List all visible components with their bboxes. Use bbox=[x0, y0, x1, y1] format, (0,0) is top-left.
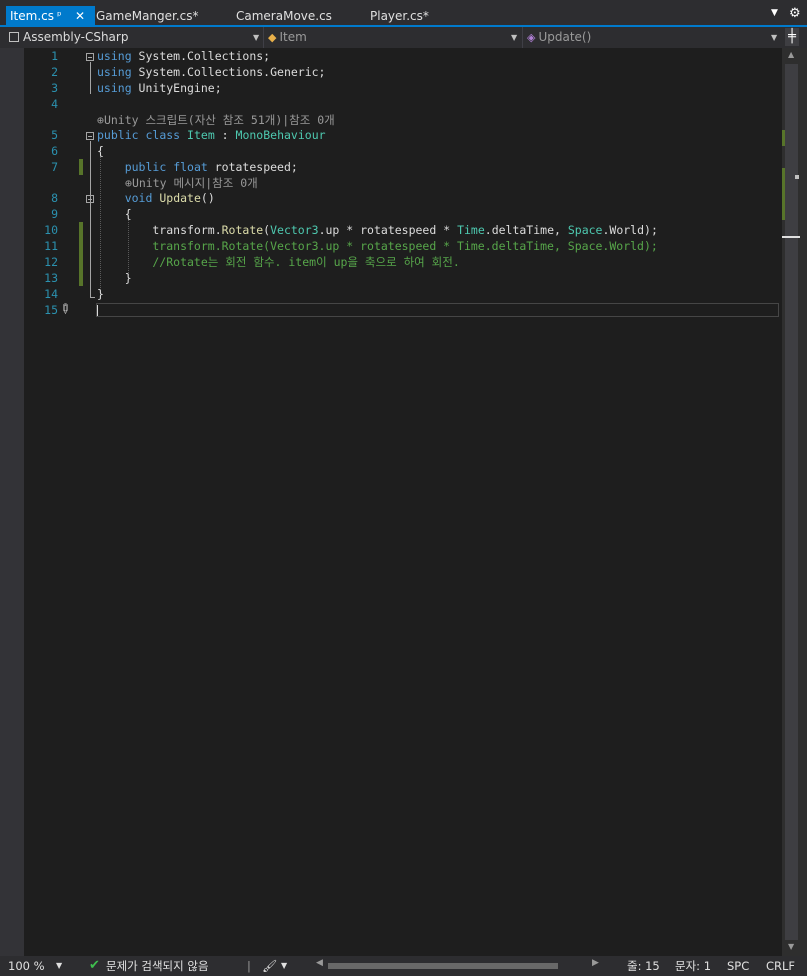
tab-gamemanger-cs[interactable]: GameManger.cs* bbox=[96, 6, 199, 26]
line-number: 5 bbox=[51, 128, 58, 142]
tab-cameramove-cs[interactable]: CameraMove.cs bbox=[236, 6, 332, 26]
scroll-down-icon[interactable]: ▼ bbox=[788, 942, 794, 951]
tab-label: GameManger.cs* bbox=[96, 9, 199, 23]
status-bar: 100 % ▼ ✔ 문제가 검색되지 않음 | 🖌 ▼ ◀ ▶ 줄: 15 문자… bbox=[0, 956, 807, 976]
line-number: 1 bbox=[51, 49, 58, 63]
scroll-overview-dot bbox=[795, 175, 799, 179]
issues-status[interactable]: 문제가 검색되지 않음 bbox=[106, 956, 209, 976]
scroll-right-icon[interactable]: ▶ bbox=[592, 958, 599, 968]
tab-item-cs[interactable]: Item.cs ᵖ ✕ bbox=[6, 6, 95, 26]
codelens-references[interactable]: ⊕Unity 스크립트(자산 참조 51개)|참조 0개 bbox=[97, 113, 335, 128]
code-line: transform.Rotate(Vector3.up * rotatespee… bbox=[97, 223, 658, 237]
line-number: 2 bbox=[51, 65, 58, 79]
gear-icon[interactable]: ⚙ bbox=[789, 6, 801, 21]
tab-label: CameraMove.cs bbox=[236, 9, 332, 23]
member-label: Update() bbox=[538, 30, 592, 44]
line-number: 11 bbox=[44, 239, 58, 253]
scroll-left-icon[interactable]: ◀ bbox=[316, 958, 323, 968]
line-number: 8 bbox=[51, 191, 58, 205]
tab-player-cs[interactable]: Player.cs* bbox=[370, 6, 429, 26]
nav-separator bbox=[522, 27, 523, 48]
horizontal-scrollbar[interactable]: ◀ ▶ bbox=[316, 958, 606, 972]
line-number: 14 bbox=[44, 287, 58, 301]
line-ending[interactable]: CRLF bbox=[766, 956, 795, 976]
line-indicator[interactable]: 줄: 15 bbox=[627, 956, 660, 976]
line-number: 3 bbox=[51, 81, 58, 95]
nav-separator bbox=[263, 27, 264, 48]
code-line: public class Item : MonoBehaviour bbox=[97, 128, 326, 142]
code-line: using System.Collections; bbox=[97, 49, 271, 63]
scroll-change-marker bbox=[782, 168, 785, 220]
class-icon: ◆ bbox=[268, 31, 277, 44]
code-line: transform.Rotate(Vector3.up * rotatespee… bbox=[97, 239, 658, 253]
split-icon[interactable]: ╪ bbox=[785, 28, 799, 46]
fold-line bbox=[90, 297, 95, 298]
tab-label: Player.cs* bbox=[370, 9, 429, 23]
collapse-region-icon[interactable] bbox=[86, 195, 94, 203]
code-line: { bbox=[97, 144, 104, 158]
status-separator: | bbox=[247, 959, 251, 973]
code-line: } bbox=[97, 287, 104, 301]
codelens-text: Unity 메시지|참조 0개 bbox=[131, 176, 258, 190]
line-number: 9 bbox=[51, 207, 58, 221]
project-label: Assembly-CSharp bbox=[23, 30, 129, 44]
change-marker bbox=[79, 159, 83, 175]
collapse-region-icon[interactable] bbox=[86, 132, 94, 140]
glyph-margin bbox=[0, 48, 24, 956]
class-label: Item bbox=[279, 30, 307, 44]
codelens-text: Unity 스크립트(자산 참조 51개)|참조 0개 bbox=[103, 113, 335, 127]
fold-line bbox=[90, 62, 91, 94]
code-line: void Update() bbox=[124, 191, 215, 205]
code-line: public float rotatespeed; bbox=[124, 160, 298, 174]
member-dropdown[interactable]: ◈ Update() bbox=[527, 28, 777, 47]
zoom-level[interactable]: 100 % bbox=[8, 956, 45, 976]
column-indicator[interactable]: 문자: 1 bbox=[675, 956, 711, 976]
project-dropdown[interactable]: Assembly-CSharp bbox=[9, 28, 261, 47]
pin-icon[interactable]: ᵖ bbox=[57, 6, 62, 26]
check-icon: ✔ bbox=[89, 958, 100, 973]
change-marker bbox=[79, 222, 83, 286]
current-line-highlight bbox=[96, 303, 779, 317]
code-line: { bbox=[97, 207, 132, 221]
project-icon bbox=[9, 32, 19, 42]
line-number: 12 bbox=[44, 255, 58, 269]
class-dropdown[interactable]: ◆ Item bbox=[268, 28, 518, 47]
code-line: using UnityEngine; bbox=[97, 81, 222, 95]
tab-list-dropdown-icon[interactable]: ▼ bbox=[771, 8, 778, 18]
method-icon: ◈ bbox=[527, 31, 536, 44]
navigation-bar: Assembly-CSharp ▼ ◆ Item ▼ ◈ Update() ▼ ╪ bbox=[0, 27, 807, 49]
scroll-caret-marker bbox=[782, 236, 800, 238]
codelens-references[interactable]: ⊕Unity 메시지|참조 0개 bbox=[125, 176, 258, 191]
dropdown-icon[interactable]: ▼ bbox=[771, 28, 777, 47]
dropdown-icon[interactable]: ▼ bbox=[511, 28, 517, 47]
line-number: 15 bbox=[44, 303, 58, 317]
line-number: 13 bbox=[44, 271, 58, 285]
fold-line bbox=[90, 141, 91, 297]
brush-icon[interactable]: 🖌 bbox=[262, 956, 277, 976]
text-caret bbox=[97, 305, 98, 316]
dropdown-icon[interactable]: ▼ bbox=[253, 28, 259, 47]
collapse-region-icon[interactable] bbox=[86, 53, 94, 61]
scroll-up-icon[interactable]: ▲ bbox=[788, 50, 794, 59]
code-line: using System.Collections.Generic; bbox=[97, 65, 326, 79]
code-line: //Rotate는 회전 함수. item이 up을 축으로 하여 회전. bbox=[97, 255, 460, 269]
cleanup-dropdown-icon[interactable]: ▼ bbox=[281, 956, 287, 976]
scroll-change-marker bbox=[782, 130, 785, 146]
line-number: 4 bbox=[51, 97, 58, 111]
code-line: } bbox=[97, 271, 132, 285]
horizontal-scrollbar-thumb[interactable] bbox=[328, 963, 558, 969]
close-icon[interactable]: ✕ bbox=[75, 6, 85, 26]
tab-label: Item.cs bbox=[10, 9, 54, 23]
line-number: 10 bbox=[44, 223, 58, 237]
line-number: 7 bbox=[51, 160, 58, 174]
line-number: 6 bbox=[51, 144, 58, 158]
document-tab-bar: Item.cs ᵖ ✕ GameManger.cs* CameraMove.cs… bbox=[0, 0, 807, 27]
whitespace-mode[interactable]: SPC bbox=[727, 956, 749, 976]
scrollbar-thumb[interactable] bbox=[785, 64, 798, 940]
zoom-dropdown-icon[interactable]: ▼ bbox=[56, 956, 62, 976]
